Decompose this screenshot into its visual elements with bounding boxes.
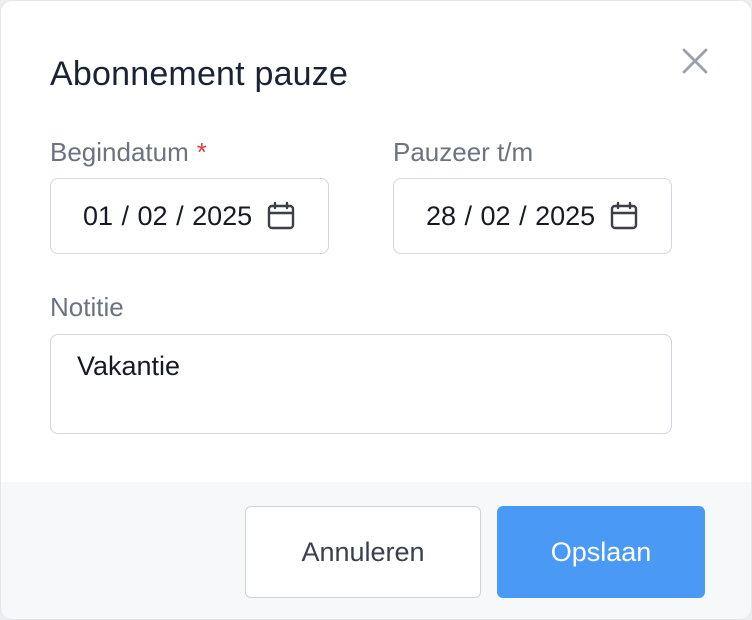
start-date-label-text: Begindatum: [50, 137, 189, 167]
save-button[interactable]: Opslaan: [497, 506, 705, 598]
end-date-value: 28 / 02 / 2025: [426, 200, 596, 231]
close-icon: [682, 48, 708, 74]
calendar-icon[interactable]: [609, 201, 639, 231]
dialog-title: Abonnement pauze: [50, 55, 349, 93]
calendar-icon[interactable]: [266, 201, 296, 231]
close-button[interactable]: [673, 39, 717, 83]
note-textarea[interactable]: Vakantie: [50, 334, 672, 434]
pause-subscription-dialog: Abonnement pauze Begindatum * 01 / 02 / 2…: [0, 0, 752, 620]
note-label: Notitie: [50, 292, 124, 322]
required-marker: *: [196, 137, 207, 167]
cancel-button[interactable]: Annuleren: [245, 506, 481, 598]
end-date-input[interactable]: 28 / 02 / 2025: [393, 178, 672, 254]
start-date-input[interactable]: 01 / 02 / 2025: [50, 178, 329, 254]
start-date-label: Begindatum *: [50, 137, 207, 168]
note-value: Vakantie: [77, 351, 181, 381]
start-date-value: 01 / 02 / 2025: [83, 200, 253, 231]
end-date-label: Pauzeer t/m: [393, 137, 534, 167]
